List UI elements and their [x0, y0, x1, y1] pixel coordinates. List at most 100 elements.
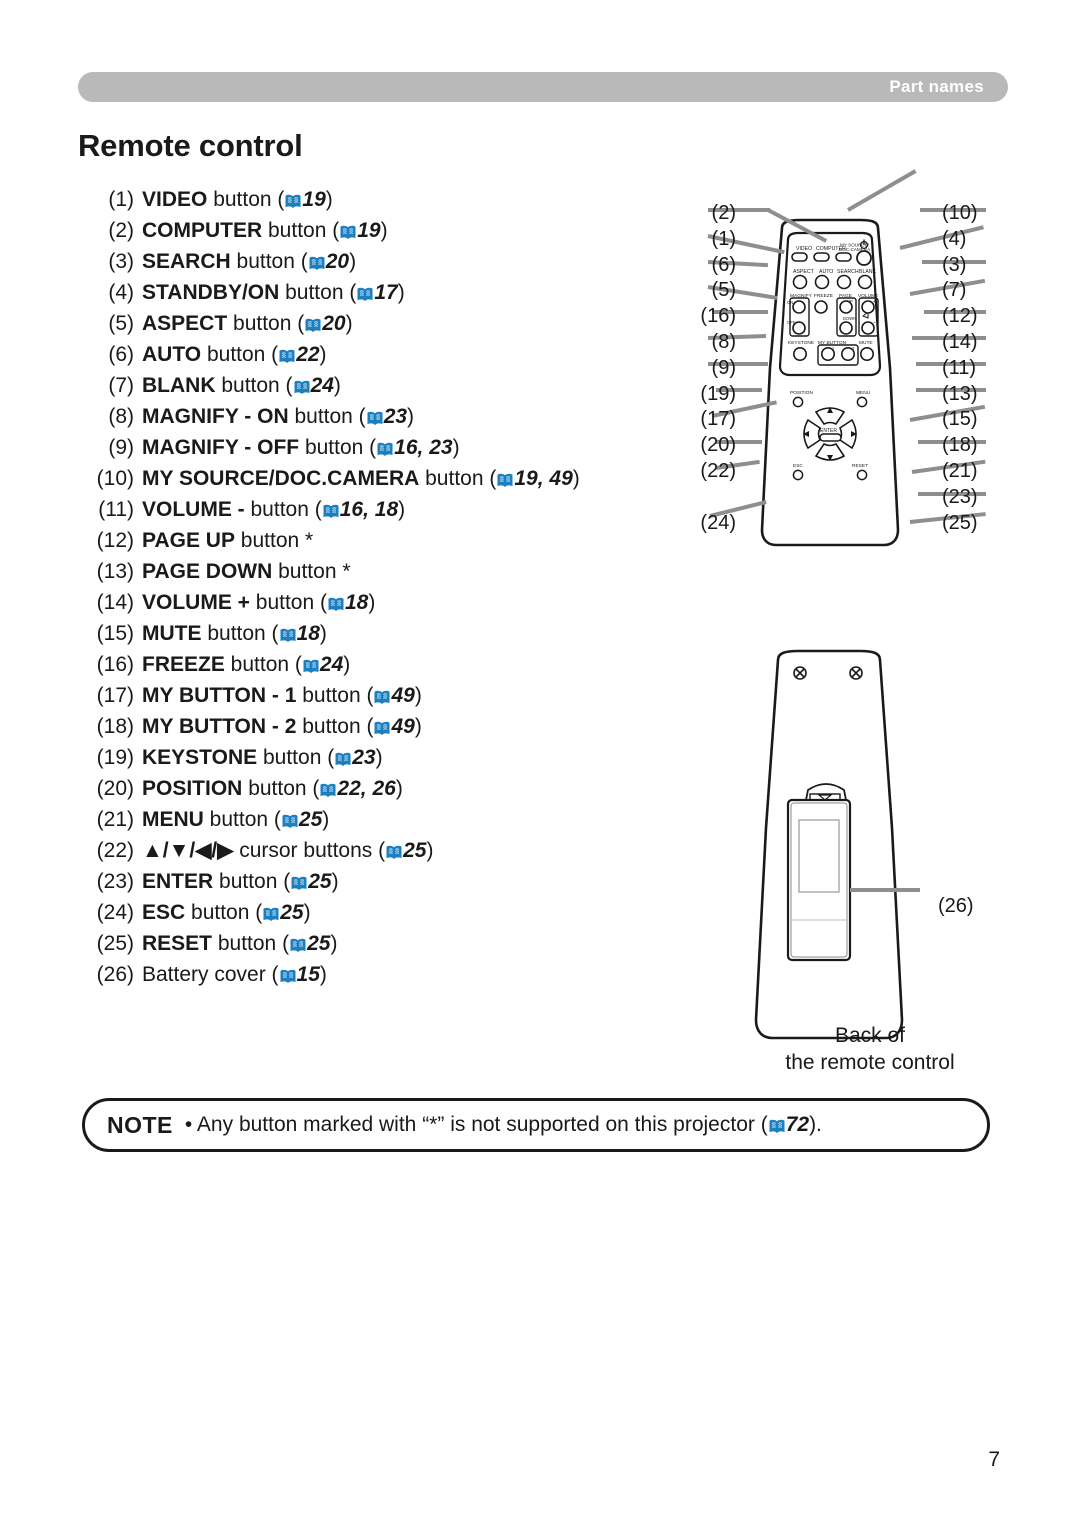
book-icon — [285, 194, 301, 208]
page-title: Remote control — [78, 128, 303, 163]
list-item-tail: button ( — [296, 715, 374, 738]
list-item: (8) MAGNIFY - ON button (23) — [70, 401, 690, 432]
list-item-close-paren: ) — [330, 932, 338, 955]
list-item-number: (15) — [96, 622, 134, 645]
book-icon — [320, 783, 336, 797]
list-item-button-name: VIDEO — [142, 188, 208, 211]
svg-text:VIDEO: VIDEO — [796, 246, 812, 252]
list-item: (6) AUTO button (22) — [70, 339, 690, 370]
page-reference: 16, 23 — [394, 436, 453, 459]
list-item-close-paren: ) — [331, 870, 339, 893]
list-item-close-paren: ) — [452, 436, 460, 459]
leader-line — [847, 169, 917, 212]
list-item-button-name: POSITION — [142, 777, 243, 800]
list-item-tail: button ( — [299, 436, 377, 459]
list-item-button-name: AUTO — [142, 343, 202, 366]
list-item: (5) ASPECT button (20) — [70, 308, 690, 339]
callout-12: (12) — [942, 305, 978, 328]
list-item-button-name: MY BUTTON - 1 — [142, 684, 297, 707]
list-item-button-name: COMPUTER — [142, 219, 263, 242]
note-text: • Any button marked with “*” is not supp… — [173, 1113, 822, 1137]
list-item: (16) FREEZE button (24) — [70, 649, 690, 680]
list-item-number: (19) — [96, 746, 134, 769]
book-icon — [769, 1119, 785, 1133]
book-icon — [290, 938, 306, 952]
book-icon — [303, 659, 319, 673]
list-item-body: STANDBY/ON button (17) — [142, 277, 405, 308]
page-reference: 19, 49 — [514, 467, 573, 490]
list-item-number: (3) — [108, 250, 134, 273]
list-item-tail: button ( — [207, 188, 285, 211]
list-item-body: ▲/▼/◀/▶ cursor buttons (25) — [142, 835, 433, 866]
list-item: (19) KEYSTONE button (23) — [70, 742, 690, 773]
list-item-close-paren: ) — [368, 591, 376, 614]
list-item-body: MY BUTTON - 1 button (49) — [142, 680, 422, 711]
list-item-body: AUTO button (22) — [142, 339, 327, 370]
list-item-button-name: ENTER — [142, 870, 214, 893]
list-item-close-paren: ) — [319, 622, 327, 645]
list-item-close-paren: ) — [333, 374, 341, 397]
list-item-number: (5) — [108, 312, 134, 335]
callout-21: (21) — [942, 460, 978, 482]
list-item-body: ESC button (25) — [142, 897, 311, 928]
list-item-tail: button ( — [215, 374, 293, 397]
callout-22: (22) — [700, 460, 736, 482]
note-text-after: ). — [809, 1113, 822, 1136]
list-item-button-name: STANDBY/ON — [142, 281, 280, 304]
list-item-number: (14) — [96, 591, 134, 614]
list-item-tail: button * — [234, 529, 314, 552]
list-item: (12) PAGE UP button * — [70, 525, 690, 556]
list-item-number: (17) — [96, 684, 134, 707]
list-item-tail: button * — [272, 560, 351, 583]
book-icon — [291, 876, 307, 890]
callout-8: (8) — [711, 331, 736, 353]
list-item-button-name: RESET — [142, 932, 213, 955]
callout-26: (26) — [938, 895, 974, 917]
page-reference: 25 — [298, 808, 323, 831]
list-item-close-paren: ) — [319, 343, 327, 366]
callout-11: (11) — [942, 356, 977, 379]
list-item-number: (26) — [96, 963, 134, 986]
page-reference: 22 — [296, 343, 320, 366]
callout-10: (10) — [942, 202, 978, 224]
list-item-body: COMPUTER button (19) — [142, 215, 388, 246]
book-icon — [280, 628, 296, 642]
page-reference: 22, 26 — [337, 777, 396, 800]
list-item-number: (4) — [108, 281, 134, 304]
page-reference: 17 — [374, 281, 398, 304]
page-reference: 23 — [383, 405, 408, 428]
page-reference: 24 — [319, 653, 344, 676]
svg-text:AUTO: AUTO — [819, 269, 833, 275]
list-item-body: MUTE button (18) — [142, 618, 327, 649]
svg-text:DOWN: DOWN — [843, 316, 856, 321]
list-item: (9) MAGNIFY - OFF button (16, 23) — [70, 432, 690, 463]
book-icon — [335, 752, 351, 766]
list-item-button-name: PAGE UP — [142, 529, 235, 552]
list-item-tail: button ( — [201, 622, 279, 645]
book-icon — [367, 411, 383, 425]
leader-line — [850, 888, 920, 892]
list-item-body: ENTER button (25) — [142, 866, 339, 897]
list-item-button-name: SEARCH — [142, 250, 231, 273]
list-item-number: (2) — [108, 219, 134, 242]
callout-5: (5) — [711, 279, 736, 302]
list-item: (26) Battery cover (15) — [70, 959, 690, 990]
page-reference: 20 — [322, 312, 346, 335]
book-icon — [377, 442, 393, 456]
list-item-body: BLANK button (24) — [142, 370, 341, 401]
list-item: (24) ESC button (25) — [70, 897, 690, 928]
book-icon — [340, 225, 356, 239]
list-item: (14) VOLUME + button (18) — [70, 587, 690, 618]
page-reference: 15 — [296, 963, 320, 986]
page-reference: 25 — [308, 870, 332, 893]
remote-back-illustration — [754, 649, 904, 1040]
list-item-body: POSITION button (22, 26) — [142, 773, 403, 804]
list-item: (23) ENTER button (25) — [70, 866, 690, 897]
list-item-number: (23) — [96, 870, 134, 893]
list-item-tail: button ( — [242, 777, 320, 800]
list-item-tail: button ( — [249, 591, 327, 614]
list-item-button-name: ESC — [142, 901, 186, 924]
list-item-tail: button ( — [185, 901, 263, 924]
page-reference: 25 — [280, 901, 304, 924]
book-icon — [323, 504, 339, 518]
